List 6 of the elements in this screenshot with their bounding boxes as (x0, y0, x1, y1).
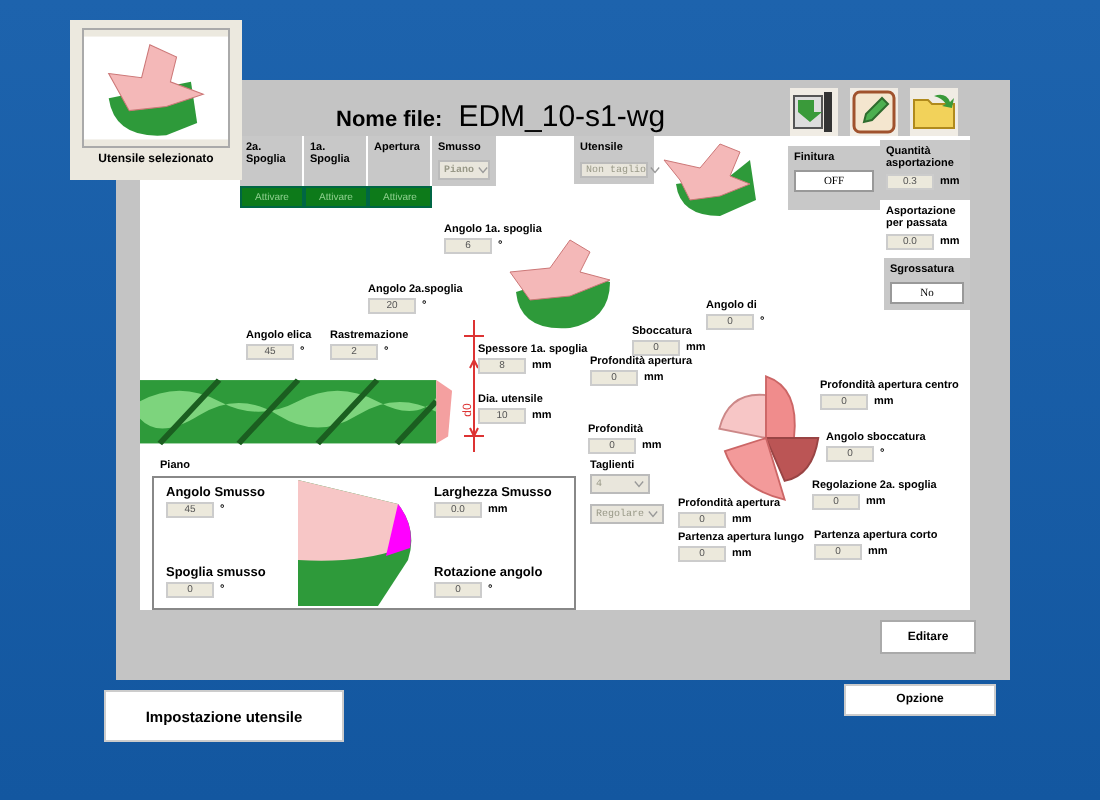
folder-icon[interactable] (910, 88, 958, 136)
save-icon[interactable] (790, 88, 838, 136)
pencil-icon[interactable] (850, 88, 898, 136)
file-name-label: Nome file: (336, 108, 443, 132)
cutter-tip-drawing (660, 140, 760, 220)
file-name: EDM_10-s1-wg (458, 100, 666, 134)
